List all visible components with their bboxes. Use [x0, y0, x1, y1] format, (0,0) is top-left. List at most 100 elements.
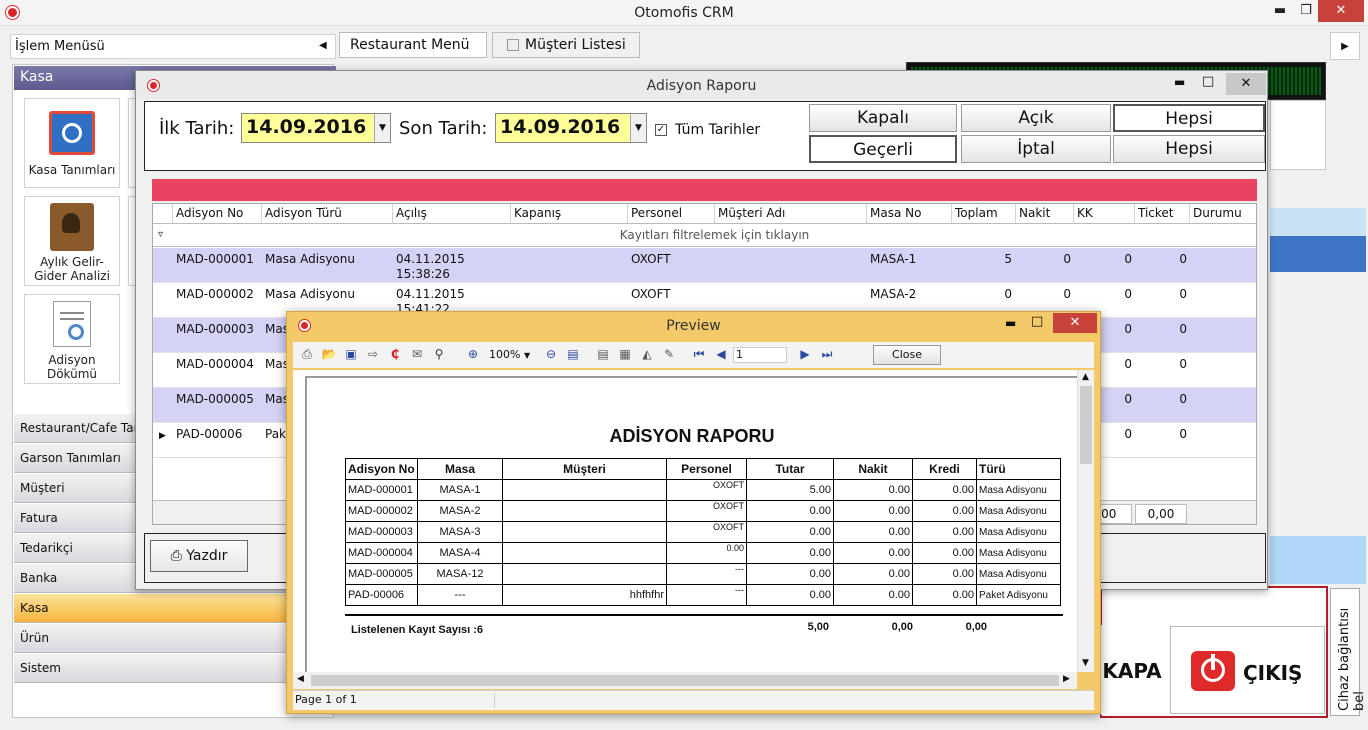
valid-button[interactable]: Geçerli — [809, 135, 957, 163]
col-header-personel[interactable]: Personel — [628, 204, 715, 224]
dropdown-arrow-icon: ▼ — [523, 351, 531, 360]
col-header-total[interactable]: Toplam — [952, 204, 1016, 224]
scroll-up-icon[interactable]: ▲ — [1082, 372, 1089, 382]
report-cell: OXOFT — [666, 500, 747, 522]
start-date-value: 14.09.2016 — [246, 116, 367, 138]
status-all-button[interactable]: Hepsi — [1113, 104, 1265, 132]
preview-maximize-icon[interactable]: □ — [1031, 314, 1043, 329]
status-open-button[interactable]: Açık — [961, 104, 1111, 132]
report-cell: PAD-00006 — [345, 584, 418, 606]
preview-minimize-icon[interactable]: ▬ — [1005, 316, 1016, 330]
exit-button[interactable]: ÇIKIŞ — [1170, 626, 1325, 714]
scroll-thumb-h[interactable] — [311, 675, 1059, 686]
preview-close-button[interactable]: Close — [873, 345, 941, 365]
save-icon[interactable]: ▣ — [343, 347, 359, 362]
dialog-close-icon[interactable]: ✕ — [1226, 73, 1266, 95]
col-header-masa[interactable]: Masa No — [867, 204, 952, 224]
minimize-button[interactable]: ▬ — [1268, 0, 1292, 22]
page-status: Page 1 of 1 — [295, 693, 495, 708]
status-closed-button[interactable]: Kapalı — [809, 104, 957, 132]
open-icon[interactable]: 📂 — [321, 347, 337, 362]
print-button[interactable]: ⎙ Yazdır — [150, 540, 248, 572]
all-dates-checkbox[interactable]: ✓ — [655, 124, 667, 136]
scroll-left-icon[interactable]: ◀ — [297, 674, 304, 684]
edit-icon[interactable]: ✎ — [661, 347, 677, 362]
col-header-status[interactable]: Durumu — [1190, 204, 1256, 224]
email-icon[interactable]: ✉ — [409, 347, 425, 362]
report-cell: Masa Adisyonu — [976, 563, 1061, 585]
print-icon[interactable]: ⎙ — [299, 347, 315, 362]
kapa-button[interactable]: KAPA — [1101, 625, 1163, 715]
report-row: MAD-000004 MASA-4 0.00 0.00 0.00 0.00 Ma… — [345, 542, 1061, 564]
col-header-open[interactable]: Açılış — [393, 204, 511, 224]
report-header-row: Adisyon No Masa Müşteri Personel Tutar N… — [345, 458, 1061, 480]
report-row: PAD-00006 --- hhfhfhr --- 0.00 0.00 0.00… — [345, 584, 1061, 606]
operation-menu[interactable]: İşlem Menüsü ◀ — [10, 34, 336, 59]
preview-close-icon[interactable]: ✕ — [1053, 313, 1097, 333]
start-date-label: İlk Tarih: — [159, 118, 235, 139]
dialog-maximize-icon[interactable]: □ — [1202, 74, 1214, 89]
horizontal-scrollbar[interactable]: ◀ ▶ — [293, 672, 1077, 689]
cell-ticket: 0 — [1179, 427, 1187, 441]
col-header-customer[interactable]: Müşteri Adı — [715, 204, 867, 224]
report-cell: Masa Adisyonu — [976, 521, 1061, 543]
vertical-scrollbar[interactable]: ▲ ▼ — [1077, 370, 1094, 672]
tile-adisyon-dokumu[interactable]: Adisyon Dökümü — [24, 294, 120, 384]
zoom-select[interactable]: 100% ▼ — [489, 348, 537, 363]
book-icon[interactable]: ◭ — [639, 347, 655, 362]
multi-page-icon[interactable]: ▦ — [617, 347, 633, 362]
col-header-kk[interactable]: KK — [1074, 204, 1135, 224]
report-cell: OXOFT — [666, 521, 747, 543]
pdf-icon[interactable]: ₵ — [387, 347, 403, 362]
cell-cash: 0 — [1063, 287, 1071, 301]
restore-button[interactable]: ❐ — [1294, 0, 1318, 22]
dialog-minimize-icon[interactable]: ▬ — [1174, 75, 1185, 89]
zoom-out-icon[interactable]: ⊖ — [543, 347, 559, 362]
tab-customer-list[interactable]: Müşteri Listesi — [492, 32, 640, 58]
validity-all-button[interactable]: Hepsi — [1113, 135, 1265, 163]
cell-type: Masa Adisyonu — [265, 252, 355, 266]
col-header-type[interactable]: Adisyon Türü — [262, 204, 393, 224]
preview-canvas: ADİSYON RAPORU Adisyon No Masa Müşteri P… — [293, 370, 1094, 676]
close-button[interactable]: ✕ — [1318, 0, 1364, 22]
col-header-ticket[interactable]: Ticket — [1135, 204, 1190, 224]
col-header-no[interactable]: Adisyon No — [173, 204, 262, 224]
tile-kasa-tanimlari[interactable]: Kasa Tanımları — [24, 98, 120, 188]
prev-page-icon[interactable]: ◀ — [713, 347, 729, 362]
col-header-close[interactable]: Kapanış — [511, 204, 628, 224]
end-date-label: Son Tarih: — [399, 118, 488, 139]
single-page-icon[interactable]: ▤ — [595, 347, 611, 362]
zoom-in-icon[interactable]: ⊕ — [465, 347, 481, 362]
next-page-icon[interactable]: ▶ — [797, 347, 813, 362]
operation-menu-label: İşlem Menüsü — [15, 39, 105, 54]
checkbox-icon — [507, 39, 519, 51]
dropdown-arrow-icon[interactable]: ▼ — [630, 114, 646, 142]
tab-restaurant-menu[interactable]: Restaurant Menü — [339, 32, 487, 58]
app-title: Otomofis CRM — [634, 5, 734, 21]
report-cell: 5.00 — [746, 479, 834, 501]
first-page-icon[interactable]: ⏮ — [691, 347, 707, 362]
end-date-picker[interactable]: 14.09.2016 ▼ — [495, 113, 647, 143]
table-row[interactable]: MAD-000001 Masa Adisyonu 04.11.2015 15:3… — [153, 248, 1256, 283]
end-date-value: 14.09.2016 — [500, 116, 621, 138]
page-width-icon[interactable]: ▤ — [565, 347, 581, 362]
preview-toolbar: ⎙ 📂 ▣ ⇨ ₵ ✉ ⚲ ⊕ 100% ▼ ⊖ ▤ ▤ ▦ ◭ ✎ ⏮ ◀ 1… — [293, 342, 1094, 368]
scroll-thumb[interactable] — [1080, 386, 1092, 464]
filter-icon[interactable]: ▿ — [158, 229, 163, 240]
find-icon[interactable]: ⚲ — [431, 347, 447, 362]
last-page-icon[interactable]: ⏭ — [819, 347, 835, 362]
col-header-cash[interactable]: Nakit — [1016, 204, 1074, 224]
scroll-down-icon[interactable]: ▼ — [1082, 658, 1089, 668]
tile-gelir-gider[interactable]: Aylık Gelir-Gider Analizi — [24, 196, 120, 286]
chevron-right-icon[interactable]: ▶ — [1330, 32, 1360, 60]
dialog-titlebar: Adisyon Raporu ▬ □ ✕ — [136, 71, 1267, 99]
cancelled-button[interactable]: İptal — [961, 135, 1111, 163]
scroll-right-icon[interactable]: ▶ — [1063, 674, 1070, 684]
export-icon[interactable]: ⇨ — [365, 347, 381, 362]
start-date-picker[interactable]: 14.09.2016 ▼ — [241, 113, 391, 143]
dropdown-arrow-icon[interactable]: ▼ — [374, 114, 390, 142]
report-cell: MAD-000004 — [345, 542, 418, 564]
filter-row[interactable]: ▿ Kayıtları filtrelemek için tıklayın — [153, 225, 1256, 247]
chevron-left-icon[interactable]: ◀ — [319, 40, 327, 51]
page-number-input[interactable]: 1 — [733, 347, 787, 363]
